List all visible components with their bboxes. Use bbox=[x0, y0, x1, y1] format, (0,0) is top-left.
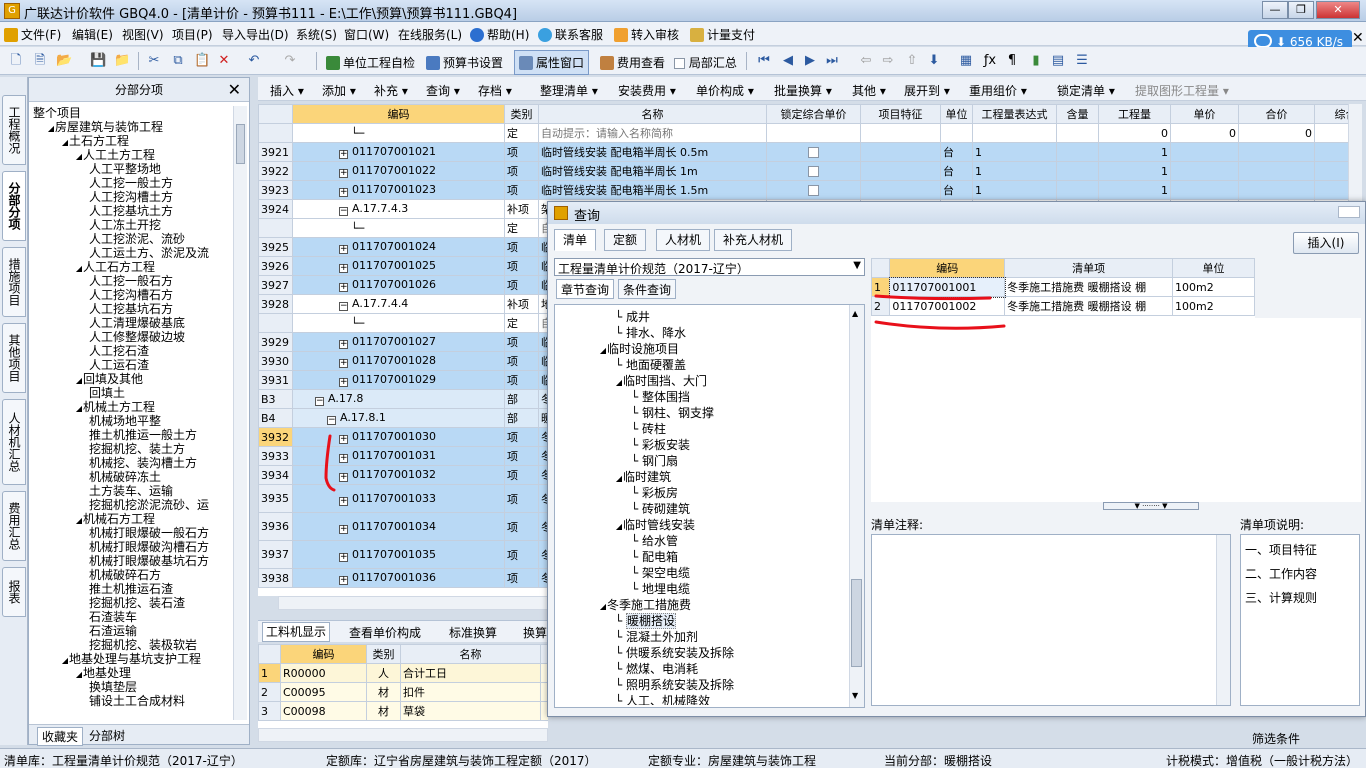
annotation-underline-2 bbox=[874, 320, 1006, 330]
annotation-underline-1 bbox=[874, 294, 992, 301]
status-quota-library: 定额库：辽宁省房屋建筑与装饰工程定额（2017） bbox=[326, 754, 597, 768]
status-bill-library: 清单库：工程量清单计价规范（2017-辽宁） bbox=[4, 754, 243, 768]
annotation-marks bbox=[324, 294, 1006, 492]
status-tax-mode: 计税模式：增值税（一般计税方法） bbox=[1166, 754, 1359, 768]
status-bar: 清单库：工程量清单计价规范（2017-辽宁） 定额库：辽宁省房屋建筑与装饰工程定… bbox=[0, 748, 1366, 768]
annotation-checkmark bbox=[324, 434, 336, 492]
status-current-division: 当前分部：暖棚搭设 bbox=[884, 754, 993, 768]
status-quota-major: 定额专业：房屋建筑与装饰工程 bbox=[648, 754, 817, 768]
